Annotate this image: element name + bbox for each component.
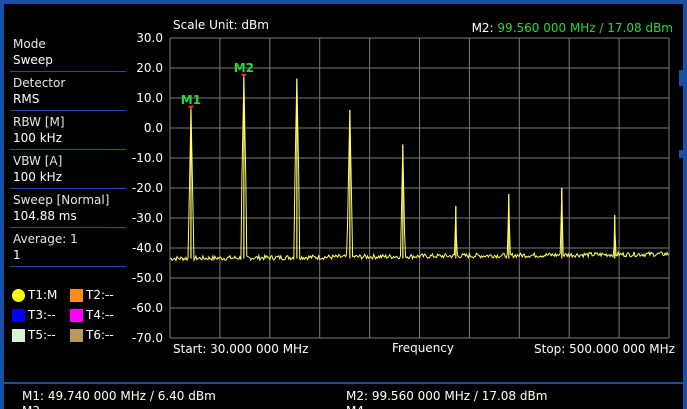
y-tick-label: -40.0: [132, 241, 163, 255]
y-tick-label: -60.0: [132, 301, 163, 315]
x-axis-title: Frequency: [392, 341, 454, 355]
x-axis-stop-label: Stop: 500.000 000 MHz: [534, 342, 675, 356]
spectrum-analyzer-screen: Mode Sweep Detector RMS RBW [M] 100 kHz …: [0, 0, 687, 409]
y-tick-label: -20.0: [132, 181, 163, 195]
y-tick-label: -50.0: [132, 271, 163, 285]
marker-table-m1[interactable]: M1: 49.740 000 MHz / 6.40 dBm: [22, 389, 216, 403]
marker-table-m3[interactable]: M3: [22, 404, 40, 409]
marker-table-left-border: [0, 384, 4, 409]
y-tick-label: -10.0: [132, 151, 163, 165]
y-tick-label: 30.0: [136, 31, 163, 45]
y-tick-label: -30.0: [132, 211, 163, 225]
x-axis-start-label: Start: 30.000 000 MHz: [173, 342, 309, 356]
y-tick-label: 10.0: [136, 91, 163, 105]
spectrum-plot[interactable]: 30.0 20.0 10.0 0.0 -10.0 -20.0 -30.0 -40.0 -50.0…: [0, 0, 687, 382]
marker-label: M2: [234, 61, 254, 75]
y-tick-label: -70.0: [132, 331, 163, 345]
y-tick-label: 0.0: [144, 121, 163, 135]
marker-table-m2[interactable]: M2: 99.560 000 MHz / 17.08 dBm: [346, 389, 547, 403]
marker-table-right-border: [683, 384, 687, 409]
marker-label: M1: [181, 93, 201, 107]
marker-table: M1: 49.740 000 MHz / 6.40 dBm M2: 99.560…: [0, 382, 687, 409]
marker-table-m4[interactable]: M4: [346, 404, 364, 409]
y-tick-label: 20.0: [136, 61, 163, 75]
